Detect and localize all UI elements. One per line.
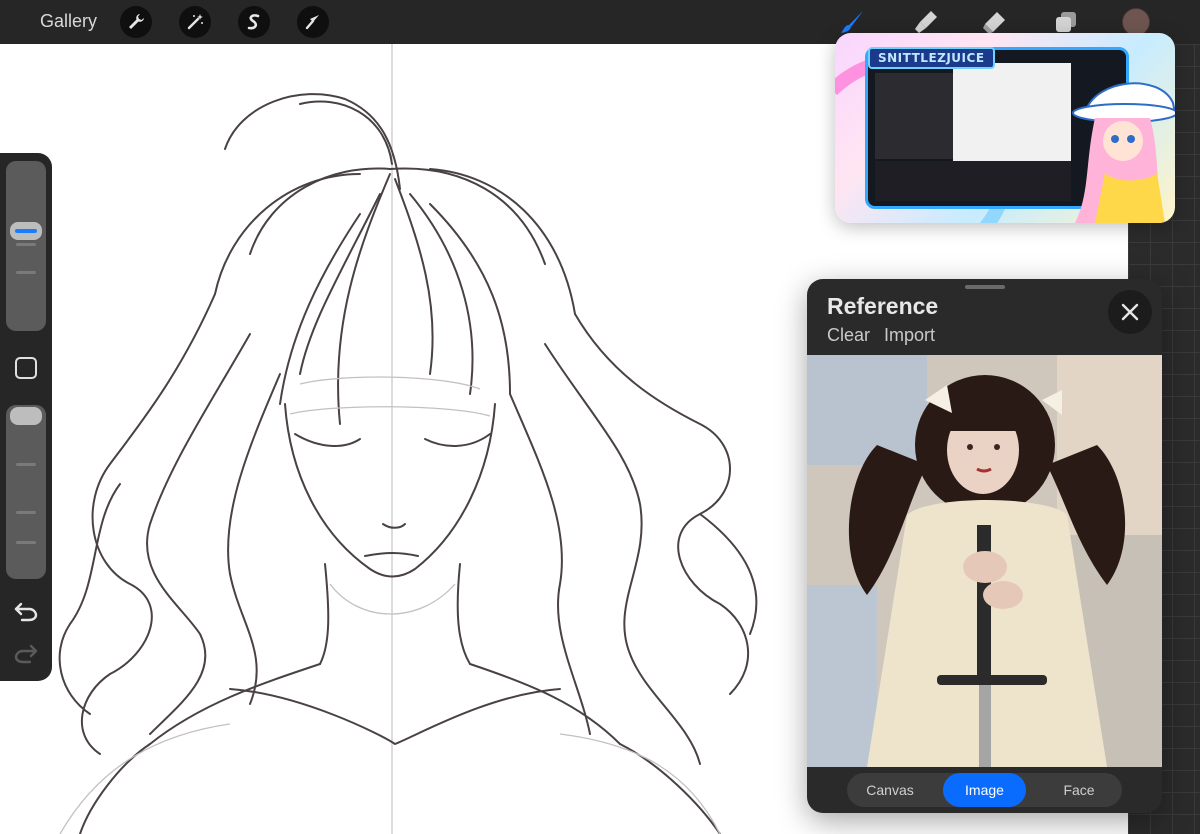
tab-canvas[interactable]: Canvas [847,773,933,807]
eraser-icon [983,12,1005,34]
slider-tick [16,271,36,274]
layers-icon [1056,12,1076,32]
brush-icon [841,11,863,33]
adjustments-button[interactable] [179,6,211,38]
undo-button[interactable] [12,599,40,623]
slider-tick [16,541,36,544]
smudge-icon [915,11,937,33]
brush-size-slider[interactable] [6,161,46,331]
reference-photo-illustration [807,355,1162,767]
color-picker-swatch[interactable] [1122,8,1150,36]
wrench-icon [129,14,144,29]
opacity-thumb[interactable] [10,407,42,425]
selection-button[interactable] [238,6,270,38]
reference-mode-tabs: Canvas Image Face [847,773,1122,807]
stream-title: SNITTLEZJUICE [868,47,995,69]
procreate-app: Gallery SNITTLEZJUICE Reference Clear Im… [0,0,1200,834]
clear-button[interactable]: Clear [827,325,870,346]
stream-screen-viewport [953,63,1071,163]
import-button[interactable]: Import [884,325,935,346]
reference-title: Reference [827,293,939,319]
reference-panel: Reference Clear Import Canvas Image Face [807,279,1162,813]
tab-image[interactable]: Image [943,773,1026,807]
redo-button[interactable] [12,641,40,665]
slider-tick [16,463,36,466]
actions-button[interactable] [120,6,152,38]
slider-tick [16,511,36,514]
selection-s-icon [247,14,260,30]
redo-icon [14,644,38,664]
modify-button[interactable] [15,357,37,379]
stream-pip-window[interactable]: SNITTLEZJUICE [835,33,1175,223]
close-button[interactable] [1108,290,1152,334]
left-sidebar [0,153,52,681]
transform-arrow-icon [305,15,319,30]
opacity-slider[interactable] [6,405,46,579]
vtuber-avatar-image [1072,82,1175,223]
panel-grabber[interactable] [965,285,1005,289]
close-icon [1121,303,1139,321]
stream-screen-timeline [875,161,1071,201]
stream-screen-panel [875,73,953,159]
brush-size-thumb[interactable] [10,222,42,241]
gallery-button[interactable]: Gallery [40,11,97,32]
reference-photo [807,355,1162,767]
magic-wand-icon [187,14,203,30]
slider-tick [16,243,36,246]
undo-icon [14,602,38,622]
tab-face[interactable]: Face [1036,773,1122,807]
transform-button[interactable] [297,6,329,38]
